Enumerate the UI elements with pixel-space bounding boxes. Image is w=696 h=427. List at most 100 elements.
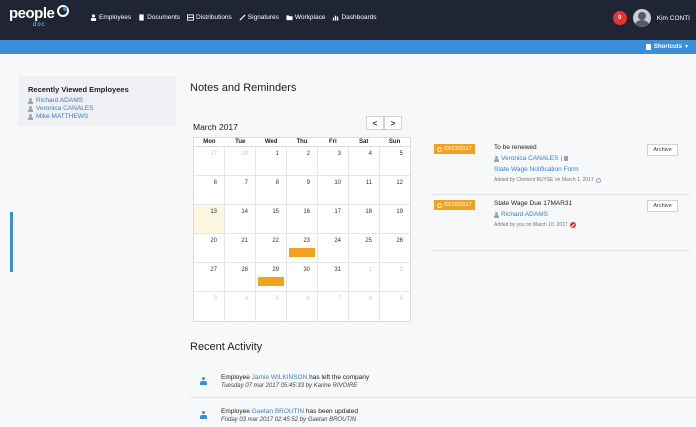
recent-employee-link[interactable]: Veronica CANALES (28, 105, 166, 113)
calendar-day[interactable]: 22 (256, 234, 287, 262)
distribution-icon (187, 14, 195, 21)
nav-documents[interactable]: Documents (138, 14, 180, 21)
calendar-day[interactable]: 28 (225, 263, 256, 291)
logo-mark-icon (57, 5, 70, 17)
archive-button[interactable]: Archive (647, 200, 678, 212)
calendar-day[interactable]: 6 (194, 176, 225, 204)
recent-employee-link[interactable]: Mike MATTHEWS (28, 113, 166, 121)
nav-distributions[interactable]: Distributions (187, 14, 232, 21)
reminder-body: To be renewed Veronica CANALES | State W… (494, 144, 644, 183)
calendar-day[interactable]: 14 (225, 205, 256, 233)
day-number: 4 (244, 296, 248, 302)
activity-meta: Friday 03 mar 2017 02:45:52 by Gaetan BR… (221, 417, 357, 423)
calendar-day[interactable]: 26 (380, 234, 410, 262)
calendar-event-marker[interactable] (289, 248, 315, 257)
calendar-day[interactable]: 8 (256, 176, 287, 204)
calendar-day[interactable]: 9 (380, 292, 410, 321)
recently-viewed-title: Recently Viewed Employees (28, 85, 129, 94)
day-number: 7 (337, 296, 341, 302)
calendar-day[interactable]: 3 (318, 147, 349, 175)
reminder-title: State Wage Due 17MAR31 (494, 200, 573, 207)
reminder-employee-link[interactable]: Veronica CANALES (501, 154, 558, 163)
reminder-date: 03/29/2017 (444, 202, 472, 208)
document-icon (139, 14, 144, 21)
calendar-week: 20 21 22 23 24 25 26 (194, 234, 410, 263)
calendar-day[interactable]: 5 (256, 292, 287, 321)
calendar-day[interactable]: 21 (225, 234, 256, 262)
calendar-day[interactable]: 31 (318, 263, 349, 291)
calendar-day[interactable]: 1 (349, 263, 380, 291)
calendar-event-marker[interactable] (258, 277, 284, 286)
calendar-day[interactable]: 23 (287, 234, 318, 262)
calendar-day[interactable]: 28 (225, 147, 256, 175)
calendar-day[interactable]: 7 (318, 292, 349, 321)
recent-employee-link[interactable]: Richard ADAMS (28, 97, 166, 105)
calendar-day[interactable]: 6 (287, 292, 318, 321)
avatar[interactable] (632, 9, 651, 27)
calendar-day[interactable]: 12 (380, 176, 410, 204)
calendar-day[interactable]: 5 (380, 147, 410, 175)
weekday-label: Wed (264, 139, 278, 145)
reminder-item: 03/23/2017 To be renewed Veronica CANALE… (432, 139, 690, 195)
day-number: 6 (213, 180, 217, 186)
calendar-day[interactable]: 9 (287, 176, 318, 204)
calendar-day[interactable]: 10 (318, 176, 349, 204)
peopledoc-logo[interactable]: people doc (9, 5, 70, 28)
calendar-day[interactable]: 19 (380, 205, 410, 233)
user-name-menu[interactable]: Kim CONTI (657, 15, 690, 22)
calendar-day[interactable]: 4 (349, 147, 380, 175)
archive-button[interactable]: Archive (647, 144, 678, 156)
reminder-date-badge: 03/29/2017 (434, 200, 475, 210)
reminder-document-link[interactable]: State Wage Notification Form (494, 165, 579, 174)
calendar-day[interactable]: 17 (318, 205, 349, 233)
activity-employee-link[interactable]: Jamie WILKINSON (252, 374, 308, 381)
weekday-label: Thu (296, 139, 308, 145)
notification-badge[interactable]: 0 (612, 11, 627, 25)
calendar-day[interactable]: 30 (287, 263, 318, 291)
calendar-day[interactable]: 2 (380, 263, 410, 291)
calendar-day[interactable]: 29 (256, 263, 287, 291)
day-number: 10 (334, 180, 341, 186)
nav-employees[interactable]: Employees (90, 14, 131, 21)
nav-dashboards[interactable]: Dashboards (332, 14, 377, 21)
calendar-day[interactable]: 20 (194, 234, 225, 262)
calendar-day[interactable]: 3 (194, 292, 225, 321)
logo-sub-text: doc (33, 22, 46, 28)
calendar-day[interactable]: 7 (225, 176, 256, 204)
day-number: 17 (334, 209, 341, 215)
nav-label: Employees (99, 14, 132, 21)
person-icon (28, 114, 33, 120)
activity-item: Employee Jamie WILKINSON has left the co… (190, 364, 696, 398)
reminder-links: Richard ADAMS (494, 210, 644, 219)
calendar-week: 13 14 15 16 17 18 19 (194, 205, 410, 234)
calendar-day[interactable]: 24 (318, 234, 349, 262)
day-number: 7 (244, 180, 248, 186)
calendar-day[interactable]: 1 (256, 147, 287, 175)
day-number: 28 (241, 267, 248, 273)
side-tab-strip[interactable] (10, 212, 13, 272)
activity-employee-link[interactable]: Gaetan BROUTIN (252, 408, 304, 415)
calendar-day[interactable]: 11 (349, 176, 380, 204)
calendar-prev-button[interactable]: < (366, 116, 384, 130)
calendar-day[interactable]: 27 (194, 263, 225, 291)
nav-workplace[interactable]: Workplace (286, 14, 325, 21)
nav-signatures[interactable]: Signatures (239, 14, 279, 21)
delete-icon[interactable] (569, 222, 576, 228)
activity-list: Employee Jamie WILKINSON has left the co… (190, 364, 696, 427)
calendar-day[interactable]: 18 (349, 205, 380, 233)
day-number: 26 (396, 238, 403, 244)
calendar-day[interactable]: 4 (225, 292, 256, 321)
calendar-day[interactable]: 25 (349, 234, 380, 262)
calendar-day[interactable]: 8 (349, 292, 380, 321)
calendar-day-today[interactable]: 13 (194, 205, 225, 233)
reminder-employee-link[interactable]: Richard ADAMS (501, 210, 548, 219)
activity-action: has left the company (309, 374, 370, 381)
calendar-next-button[interactable]: > (384, 116, 402, 130)
calendar-day[interactable]: 27 (194, 147, 225, 175)
calendar-day[interactable]: 16 (287, 205, 318, 233)
calendar-day[interactable]: 15 (256, 205, 287, 233)
weekday-label: Fri (329, 139, 337, 145)
calendar-day[interactable]: 2 (287, 147, 318, 175)
shortcuts-dropdown[interactable]: Shortcuts ▾ (645, 43, 688, 50)
day-number: 11 (365, 180, 372, 186)
